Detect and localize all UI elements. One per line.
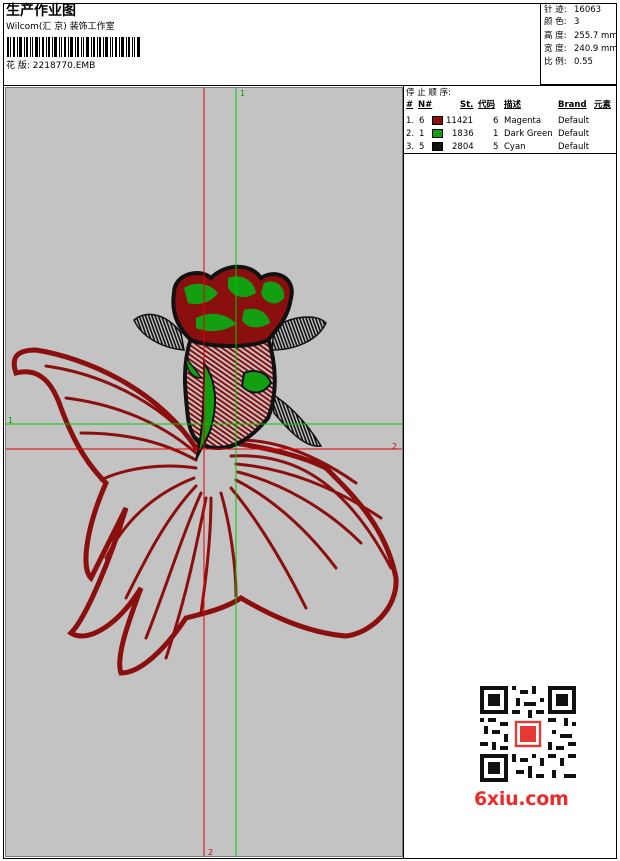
qr-stamp-icon — [520, 726, 536, 742]
design-info-box: 针 迹: 16063 颜 色: 3 高 度: 255.7 mm 宽 度: 240.9 m… — [540, 3, 618, 85]
canvas-divider — [403, 86, 404, 859]
row2-code: 1 — [493, 129, 499, 139]
col-header-needle: N# — [418, 100, 433, 110]
design-file: 花 版: 2218770.EMB — [6, 61, 95, 72]
colors-value: 3 — [574, 17, 580, 27]
row1-num: 1. — [406, 116, 415, 126]
col-header-brand: Brand — [558, 100, 587, 110]
row1-stitches: 11421 — [446, 116, 474, 126]
qr-code-block — [470, 680, 586, 786]
col-header-element: 元素 — [594, 100, 612, 110]
embroidery-preview — [6, 88, 402, 856]
stitches-value: 16063 — [574, 5, 602, 15]
row1-code: 6 — [493, 116, 499, 126]
info-colors: 颜 色: 3 — [544, 17, 580, 27]
row2-color-swatch — [432, 129, 443, 138]
row1-brand: Default — [558, 116, 590, 126]
design-label: 花 版: — [6, 61, 30, 71]
scale-value: 0.55 — [574, 57, 593, 67]
stop-sequence-title: 停 止 顺 序: — [406, 88, 451, 98]
site-logo[interactable]: 6xiu.com — [474, 788, 569, 810]
row3-code: 5 — [493, 142, 499, 152]
guide-label-left-green: 1 — [8, 416, 14, 425]
row2-needle: 1 — [419, 129, 425, 139]
row3-num: 3. — [406, 142, 415, 152]
width-value: 240.9 mm — [574, 44, 618, 54]
height-value: 255.7 mm — [574, 31, 618, 41]
info-stitches: 针 迹: 16063 — [544, 5, 602, 15]
guide-label-right-red: 2 — [392, 442, 398, 451]
info-scale: 比 例: 0.55 — [544, 57, 593, 67]
row2-stitches: 1836 — [452, 129, 474, 139]
row1-color-swatch — [432, 116, 443, 125]
barcode — [7, 37, 140, 57]
qr-code — [480, 686, 576, 782]
guide-label-bottom-red: 2 — [208, 848, 214, 857]
row3-stitches: 2804 — [452, 142, 474, 152]
row3-brand: Default — [558, 142, 590, 152]
company-name: Wilcom(汇 京) 装饰工作室 — [6, 22, 115, 32]
goldfish-head — [171, 264, 294, 348]
col-header-code: 代码 — [478, 100, 496, 110]
row3-desc: Cyan — [504, 142, 526, 152]
row2-desc: Dark Green — [504, 129, 553, 139]
row3-needle: 5 — [419, 142, 425, 152]
col-header-num: # — [406, 100, 414, 110]
info-width: 宽 度: 240.9 mm — [544, 44, 618, 54]
design-canvas[interactable]: 1 1 2 2 — [5, 87, 403, 857]
stop-sequence-table: 停 止 顺 序: # N# St. 代码 描述 Brand 元素 1. 6 11… — [404, 86, 617, 154]
row2-brand: Default — [558, 129, 590, 139]
info-height: 高 度: 255.7 mm — [544, 31, 618, 41]
row1-needle: 6 — [419, 116, 425, 126]
row2-num: 2. — [406, 129, 415, 139]
col-header-stitches: St. — [460, 100, 474, 110]
row3-color-swatch — [432, 142, 443, 151]
sheet-title: 生产作业图 — [6, 3, 76, 19]
design-value: 2218770.EMB — [32, 61, 96, 71]
col-header-desc: 描述 — [504, 100, 522, 110]
guide-label-top-green: 1 — [240, 89, 246, 98]
row1-desc: Magenta — [504, 116, 542, 126]
